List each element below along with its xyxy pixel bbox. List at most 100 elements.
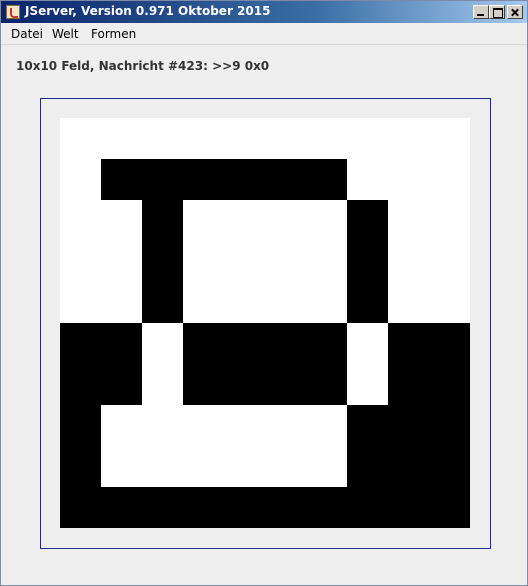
board-cell[interactable]: [142, 159, 183, 200]
board-cell[interactable]: [60, 159, 101, 200]
board-cell[interactable]: [60, 118, 101, 159]
board-cell[interactable]: [142, 364, 183, 405]
board-cell[interactable]: [183, 446, 224, 487]
board-cell[interactable]: [347, 241, 388, 282]
menu-formen[interactable]: Formen: [91, 27, 136, 41]
board-cell[interactable]: [347, 200, 388, 241]
board-cell[interactable]: [142, 118, 183, 159]
board-cell[interactable]: [388, 487, 429, 528]
board-cell[interactable]: [347, 405, 388, 446]
board-cell[interactable]: [142, 200, 183, 241]
board-cell[interactable]: [347, 487, 388, 528]
board-cell[interactable]: [306, 159, 347, 200]
board-cell[interactable]: [183, 487, 224, 528]
board-cell[interactable]: [60, 364, 101, 405]
board-cell[interactable]: [183, 323, 224, 364]
board-cell[interactable]: [306, 200, 347, 241]
board-cell[interactable]: [306, 282, 347, 323]
board-cell[interactable]: [347, 282, 388, 323]
board-cell[interactable]: [101, 159, 142, 200]
board-cell[interactable]: [265, 487, 306, 528]
menu-datei[interactable]: Datei: [11, 27, 43, 41]
board-cell[interactable]: [224, 323, 265, 364]
board-cell[interactable]: [347, 118, 388, 159]
board-cell[interactable]: [265, 241, 306, 282]
board-cell[interactable]: [183, 200, 224, 241]
board-cell[interactable]: [142, 487, 183, 528]
maximize-button[interactable]: [489, 5, 505, 19]
board-cell[interactable]: [60, 323, 101, 364]
board-cell[interactable]: [265, 282, 306, 323]
board-cell[interactable]: [101, 323, 142, 364]
board-cell[interactable]: [306, 446, 347, 487]
board-cell[interactable]: [224, 487, 265, 528]
board-cell[interactable]: [429, 159, 470, 200]
board-cell[interactable]: [224, 159, 265, 200]
board-cell[interactable]: [429, 241, 470, 282]
board-cell[interactable]: [142, 446, 183, 487]
board-cell[interactable]: [183, 118, 224, 159]
menu-welt[interactable]: Welt: [52, 27, 79, 41]
board-cell[interactable]: [265, 364, 306, 405]
board-cell[interactable]: [224, 282, 265, 323]
board-cell[interactable]: [60, 241, 101, 282]
board-cell[interactable]: [429, 282, 470, 323]
board-cell[interactable]: [347, 159, 388, 200]
board-cell[interactable]: [142, 241, 183, 282]
board-cell[interactable]: [347, 446, 388, 487]
board-cell[interactable]: [388, 200, 429, 241]
board-cell[interactable]: [60, 200, 101, 241]
board-cell[interactable]: [388, 282, 429, 323]
board-cell[interactable]: [101, 364, 142, 405]
board-cell[interactable]: [101, 405, 142, 446]
board-cell[interactable]: [265, 446, 306, 487]
board-cell[interactable]: [429, 200, 470, 241]
board-cell[interactable]: [224, 241, 265, 282]
board-cell[interactable]: [142, 405, 183, 446]
board-cell[interactable]: [429, 118, 470, 159]
close-button[interactable]: [507, 5, 523, 19]
board-cell[interactable]: [429, 487, 470, 528]
title-bar[interactable]: JServer, Version 0.971 Oktober 2015: [1, 1, 527, 23]
board-cell[interactable]: [306, 241, 347, 282]
board-cell[interactable]: [265, 159, 306, 200]
board-cell[interactable]: [101, 487, 142, 528]
board-cell[interactable]: [142, 323, 183, 364]
board-cell[interactable]: [306, 118, 347, 159]
board-cell[interactable]: [388, 118, 429, 159]
board-cell[interactable]: [183, 241, 224, 282]
board-cell[interactable]: [388, 446, 429, 487]
board-cell[interactable]: [306, 364, 347, 405]
minimize-button[interactable]: [473, 5, 489, 19]
board-cell[interactable]: [183, 282, 224, 323]
board-cell[interactable]: [265, 118, 306, 159]
board-cell[interactable]: [429, 446, 470, 487]
board-cell[interactable]: [60, 282, 101, 323]
board-cell[interactable]: [224, 200, 265, 241]
board-cell[interactable]: [142, 282, 183, 323]
board-cell[interactable]: [224, 118, 265, 159]
board-cell[interactable]: [60, 405, 101, 446]
board-cell[interactable]: [224, 364, 265, 405]
board-cell[interactable]: [306, 487, 347, 528]
board-cell[interactable]: [101, 446, 142, 487]
board-cell[interactable]: [183, 405, 224, 446]
board-cell[interactable]: [101, 241, 142, 282]
board-cell[interactable]: [101, 200, 142, 241]
board-cell[interactable]: [388, 405, 429, 446]
board-cell[interactable]: [388, 159, 429, 200]
board-cell[interactable]: [265, 200, 306, 241]
board-cell[interactable]: [224, 446, 265, 487]
board-cell[interactable]: [60, 487, 101, 528]
board-cell[interactable]: [101, 282, 142, 323]
board-grid[interactable]: [60, 118, 470, 528]
board-cell[interactable]: [347, 364, 388, 405]
board-cell[interactable]: [265, 405, 306, 446]
board-cell[interactable]: [388, 241, 429, 282]
board-cell[interactable]: [306, 323, 347, 364]
board-cell[interactable]: [429, 405, 470, 446]
board-cell[interactable]: [306, 405, 347, 446]
board-cell[interactable]: [265, 323, 306, 364]
board-cell[interactable]: [429, 364, 470, 405]
board-cell[interactable]: [224, 405, 265, 446]
